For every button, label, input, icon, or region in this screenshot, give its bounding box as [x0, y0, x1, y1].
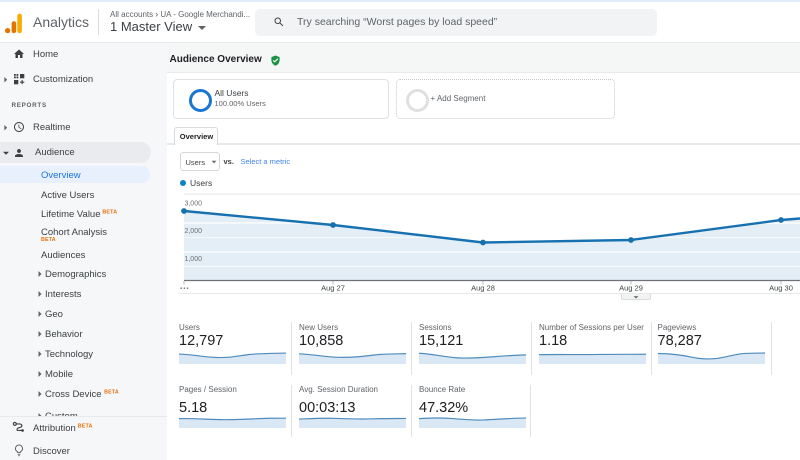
svg-text:1,000: 1,000 [184, 256, 202, 263]
svg-text:Aug 27: Aug 27 [321, 284, 345, 293]
svg-text:Aug 28: Aug 28 [471, 284, 495, 293]
svg-text:3,000: 3,000 [184, 200, 202, 207]
svg-text:2,000: 2,000 [184, 228, 202, 235]
svg-text:Aug 30: Aug 30 [769, 284, 793, 293]
svg-text:Aug 29: Aug 29 [619, 284, 643, 293]
